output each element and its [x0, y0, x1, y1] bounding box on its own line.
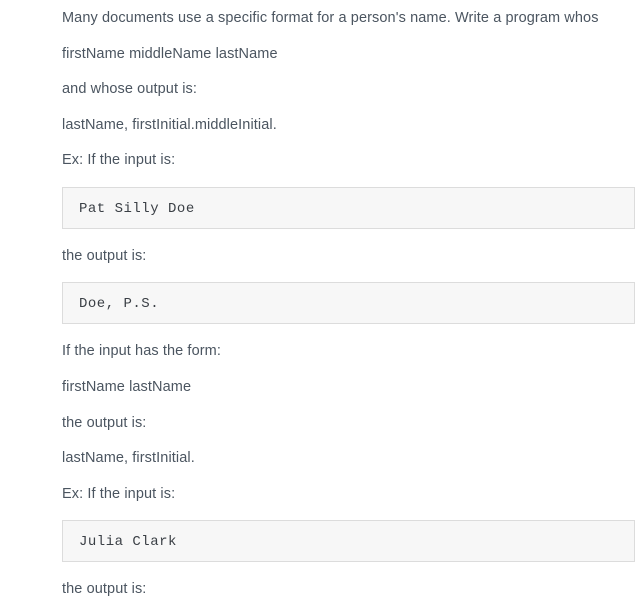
problem-statement: Many documents use a specific format for…	[0, 0, 635, 612]
code-block-input-1: Pat Silly Doe	[62, 187, 635, 229]
code-block-output-1: Doe, P.S.	[62, 282, 635, 324]
intro-text: Many documents use a specific format for…	[62, 9, 635, 29]
output-intro-1: and whose output is:	[62, 80, 635, 100]
output-label-2: the output is:	[62, 580, 635, 600]
output-label-1: the output is:	[62, 247, 635, 267]
code-text: Julia Clark	[79, 534, 177, 550]
format-three-names: firstName middleName lastName	[62, 45, 635, 65]
output-intro-2: the output is:	[62, 414, 635, 434]
code-text: Pat Silly Doe	[79, 201, 195, 217]
output-format-three: lastName, firstInitial.middleInitial.	[62, 116, 635, 136]
output-format-two: lastName, firstInitial.	[62, 449, 635, 469]
example-input-label-2: Ex: If the input is:	[62, 485, 635, 505]
format-two-names: firstName lastName	[62, 378, 635, 398]
example-input-label-1: Ex: If the input is:	[62, 151, 635, 171]
code-text: Doe, P.S.	[79, 296, 159, 312]
code-block-input-2: Julia Clark	[62, 520, 635, 562]
alt-form-intro: If the input has the form:	[62, 342, 635, 362]
